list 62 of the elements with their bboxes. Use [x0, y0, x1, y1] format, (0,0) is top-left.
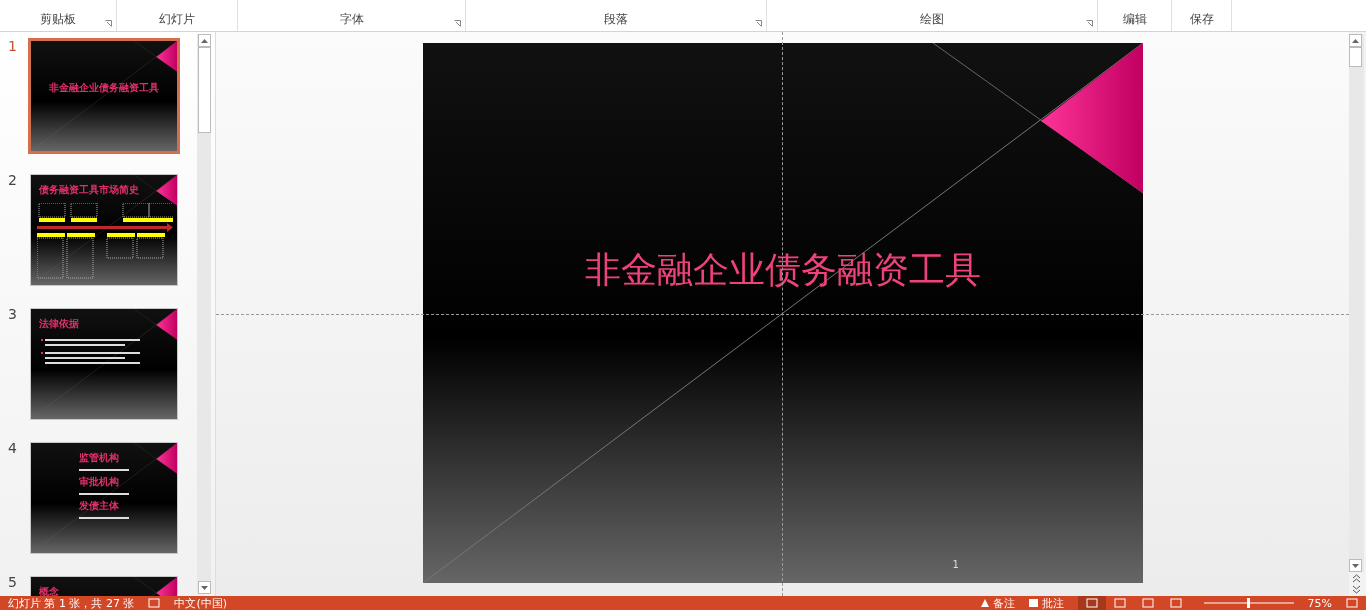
slide-thumbnail[interactable]: 法律依据 [30, 308, 178, 420]
thumbnail-title: 概念 [39, 585, 59, 596]
ribbon-group-label: 编辑 [1122, 11, 1147, 28]
slide-thumbnail[interactable]: 概念 [30, 576, 178, 596]
up-arrow-icon [200, 38, 208, 43]
comments-button[interactable]: 批注 [1041, 595, 1064, 610]
ribbon-group-label: 绘图 [920, 11, 944, 28]
scroll-down-button[interactable] [197, 581, 211, 594]
zoom-level[interactable]: 75% [1307, 596, 1332, 610]
next-slide-icon[interactable] [1352, 585, 1361, 594]
scroll-thumb[interactable] [197, 47, 211, 133]
dialog-launcher-icon[interactable] [1086, 20, 1093, 27]
scroll-down-button[interactable] [1349, 559, 1362, 572]
thumbnail-title: 法律依据 [39, 317, 79, 331]
ribbon-group-label: 幻灯片 [159, 11, 195, 28]
slide-number: 2 [8, 172, 18, 190]
down-arrow-icon [1352, 563, 1359, 568]
slide-info: 幻灯片 第 1 张，共 27 张 [8, 596, 135, 610]
scrollbar[interactable] [1349, 34, 1364, 572]
slide-number: 4 [8, 440, 18, 458]
slide-thumbnail[interactable]: 债务融资工具市场简史 [30, 174, 178, 286]
view-icon [1085, 598, 1098, 608]
dialog-launcher-icon[interactable] [105, 20, 112, 27]
language-label[interactable]: 中文(中国) [174, 595, 228, 610]
down-arrow-icon [200, 585, 208, 590]
scroll-thumb[interactable] [1349, 47, 1362, 67]
page-number: 1 [952, 559, 959, 570]
previous-slide-icon[interactable] [1352, 574, 1361, 583]
zoom-slider-icon[interactable] [1203, 598, 1294, 608]
dialog-launcher-icon[interactable] [755, 20, 762, 27]
thumbnail-heading: 监管机构 [79, 451, 120, 465]
view-icon [1169, 598, 1182, 608]
up-arrow-icon [1352, 38, 1359, 43]
slide-thumbnail[interactable]: 非金融企业债务融资工具 [28, 38, 180, 154]
scroll-up-button[interactable] [1349, 34, 1362, 47]
notes-icon [980, 599, 989, 607]
scroll-up-button[interactable] [197, 34, 211, 47]
thumbnail-title: 非金融企业债务融资工具 [48, 81, 160, 95]
thumbnail-heading: 审批机构 [79, 475, 120, 489]
text-line-drawing [79, 493, 129, 495]
ribbon-group-label: 字体 [339, 11, 364, 28]
text-line-drawing [79, 517, 129, 519]
view-icon [1113, 598, 1126, 608]
view-icon [1141, 598, 1154, 608]
ribbon-group-label: 段落 [604, 11, 628, 28]
ribbon-group-label: 剪贴板 [40, 11, 76, 28]
slide-thumbnail[interactable]: 监管机构 审批机构 发债主体 [30, 442, 178, 554]
dialog-launcher-icon[interactable] [454, 20, 461, 27]
thumbnail-title: 债务融资工具市场简史 [39, 183, 139, 197]
ribbon-group-label: 保存 [1189, 11, 1214, 28]
text-line-drawing [79, 469, 129, 471]
thumbnail-heading: 发债主体 [79, 499, 120, 513]
comments-icon [1028, 599, 1038, 607]
notes-button[interactable]: 备注 [992, 595, 1015, 610]
view-button[interactable] [1077, 596, 1106, 610]
slide-number: 5 [8, 574, 18, 592]
fit-slide-icon[interactable] [1346, 598, 1358, 608]
spellcheck-icon[interactable] [148, 598, 161, 608]
slide-number: 3 [8, 306, 18, 324]
slide-title: 非金融企业债务融资工具 [583, 248, 982, 292]
scrollbar[interactable] [197, 34, 211, 594]
slide-number: 1 [8, 38, 18, 56]
